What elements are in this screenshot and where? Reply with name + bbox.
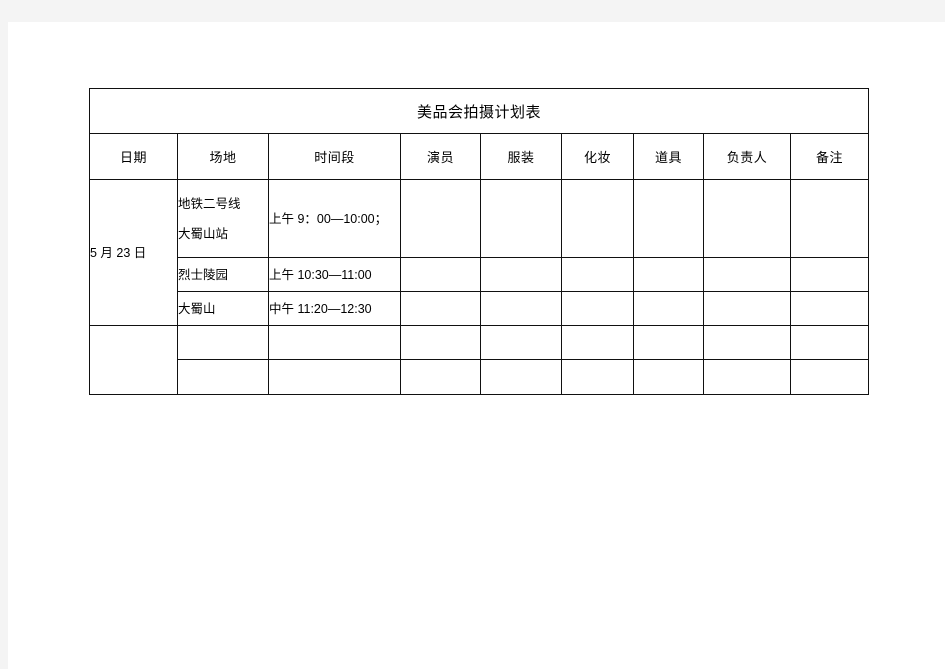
cell-makeup[interactable]: [561, 179, 634, 258]
cell-venue[interactable]: 烈士陵园: [177, 257, 269, 292]
cell-note[interactable]: [790, 359, 869, 395]
cell-time[interactable]: [268, 325, 401, 360]
cell-props[interactable]: [633, 359, 704, 395]
cell-props[interactable]: [633, 291, 704, 326]
cell-venue[interactable]: [177, 325, 269, 360]
cell-owner[interactable]: [703, 291, 791, 326]
cell-owner[interactable]: [703, 179, 791, 258]
column-header-date: 日期: [89, 133, 178, 180]
cell-venue-line2: 大蜀山站: [178, 226, 229, 241]
table-row[interactable]: 5 月 23 日 地铁二号线 大蜀山站 上午 9：00—10:00；: [89, 179, 869, 326]
cell-venue[interactable]: [177, 359, 269, 395]
cell-date[interactable]: [89, 325, 178, 395]
table-row[interactable]: [90, 359, 869, 395]
cell-owner[interactable]: [703, 359, 791, 395]
plan-table-container: 美品会拍摄计划表 日期 场地 时间段 演员 服装 化妆 道具 负责人 备注 5 …: [89, 88, 869, 395]
cell-actor[interactable]: [400, 291, 481, 326]
table-header-row: 日期 场地 时间段 演员 服装 化妆 道具 负责人 备注: [89, 133, 869, 180]
table-title-row: 美品会拍摄计划表: [89, 88, 869, 134]
cell-actor[interactable]: [400, 325, 481, 360]
cell-date[interactable]: 5 月 23 日: [89, 179, 178, 326]
column-header-owner: 负责人: [703, 133, 791, 180]
cell-owner[interactable]: [703, 257, 791, 292]
table-row[interactable]: 大蜀山 中午 11:20—12:30: [90, 291, 869, 326]
shooting-plan-table: 美品会拍摄计划表 日期 场地 时间段 演员 服装 化妆 道具 负责人 备注 5 …: [89, 88, 869, 395]
cell-time[interactable]: [268, 359, 401, 395]
cell-cloth[interactable]: [480, 257, 562, 292]
cell-props[interactable]: [633, 179, 704, 258]
column-header-venue: 场地: [177, 133, 269, 180]
cell-note[interactable]: [790, 257, 869, 292]
document-page: 美品会拍摄计划表 日期 场地 时间段 演员 服装 化妆 道具 负责人 备注 5 …: [8, 22, 945, 669]
cell-actor[interactable]: [400, 257, 481, 292]
table-row[interactable]: 烈士陵园 上午 10:30—11:00: [90, 257, 869, 292]
cell-makeup[interactable]: [561, 359, 634, 395]
cell-venue[interactable]: 大蜀山: [177, 291, 269, 326]
column-header-time: 时间段: [268, 133, 401, 180]
cell-makeup[interactable]: [561, 291, 634, 326]
table-row[interactable]: [89, 325, 869, 395]
cell-actor[interactable]: [400, 359, 481, 395]
cell-time[interactable]: 上午 10:30—11:00: [268, 257, 401, 292]
cell-cloth[interactable]: [480, 291, 562, 326]
cell-makeup[interactable]: [561, 257, 634, 292]
cell-owner[interactable]: [703, 325, 791, 360]
cell-makeup[interactable]: [561, 325, 634, 360]
cell-time[interactable]: 中午 11:20—12:30: [268, 291, 401, 326]
cell-time[interactable]: 上午 9：00—10:00；: [268, 179, 401, 258]
column-header-makeup: 化妆: [561, 133, 634, 180]
cell-note[interactable]: [790, 291, 869, 326]
cell-cloth[interactable]: [480, 325, 562, 360]
cell-props[interactable]: [633, 257, 704, 292]
cell-note[interactable]: [790, 179, 869, 258]
cell-note[interactable]: [790, 325, 869, 360]
page-title: 美品会拍摄计划表: [89, 88, 869, 134]
cell-props[interactable]: [633, 325, 704, 360]
column-header-props: 道具: [633, 133, 704, 180]
column-header-cloth: 服装: [480, 133, 562, 180]
cell-actor[interactable]: [400, 179, 481, 258]
cell-cloth[interactable]: [480, 359, 562, 395]
column-header-actor: 演员: [400, 133, 481, 180]
cell-venue-line1: 地铁二号线: [178, 196, 241, 211]
cell-venue[interactable]: 地铁二号线 大蜀山站: [177, 179, 269, 258]
cell-cloth[interactable]: [480, 179, 562, 258]
column-header-note: 备注: [790, 133, 869, 180]
